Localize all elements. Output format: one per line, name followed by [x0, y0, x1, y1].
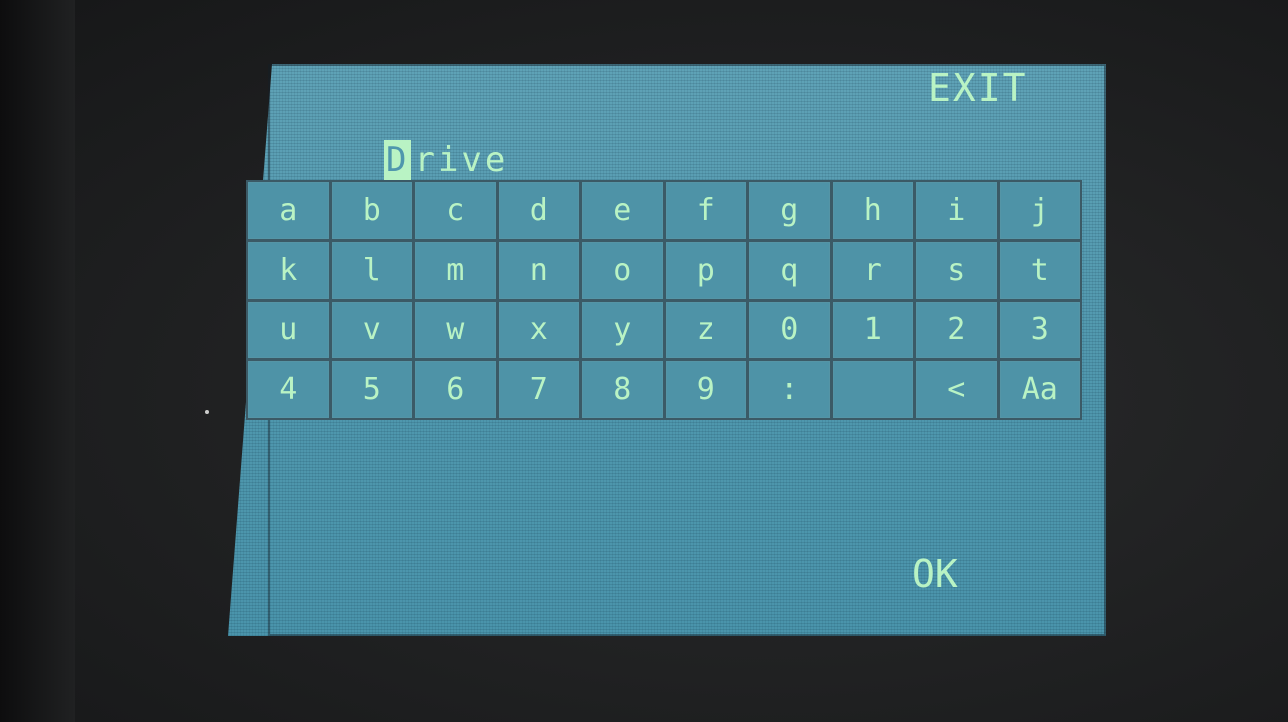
key-t[interactable]: t: [999, 241, 1080, 299]
key-backspace[interactable]: <: [916, 361, 997, 418]
text-cursor: D: [384, 140, 412, 180]
key-6[interactable]: 6: [415, 361, 496, 418]
key-colon[interactable]: :: [749, 361, 830, 418]
bezel-dot: [205, 410, 209, 414]
key-h[interactable]: h: [832, 182, 913, 239]
key-u[interactable]: u: [248, 301, 329, 359]
key-j[interactable]: j: [999, 182, 1080, 239]
key-f[interactable]: f: [665, 182, 746, 239]
ok-button[interactable]: OK: [912, 552, 958, 596]
key-i[interactable]: i: [916, 182, 997, 239]
key-0[interactable]: 0: [749, 301, 830, 359]
key-l[interactable]: l: [331, 241, 412, 299]
key-s[interactable]: s: [916, 241, 997, 299]
device-edge: [0, 0, 75, 722]
key-c[interactable]: c: [415, 182, 496, 239]
key-case-toggle[interactable]: Aa: [999, 361, 1080, 418]
key-5[interactable]: 5: [331, 361, 412, 418]
key-space[interactable]: [832, 361, 913, 418]
key-w[interactable]: w: [415, 301, 496, 359]
exit-button[interactable]: EXIT: [928, 66, 1028, 110]
key-8[interactable]: 8: [582, 361, 663, 418]
name-input[interactable]: D rive: [384, 140, 508, 180]
key-e[interactable]: e: [582, 182, 663, 239]
key-q[interactable]: q: [749, 241, 830, 299]
key-v[interactable]: v: [331, 301, 412, 359]
key-y[interactable]: y: [582, 301, 663, 359]
key-4[interactable]: 4: [248, 361, 329, 418]
key-d[interactable]: d: [498, 182, 579, 239]
key-g[interactable]: g: [749, 182, 830, 239]
key-m[interactable]: m: [415, 241, 496, 299]
key-a[interactable]: a: [248, 182, 329, 239]
key-z[interactable]: z: [665, 301, 746, 359]
key-p[interactable]: p: [665, 241, 746, 299]
key-n[interactable]: n: [498, 241, 579, 299]
key-7[interactable]: 7: [498, 361, 579, 418]
key-9[interactable]: 9: [665, 361, 746, 418]
on-screen-keyboard: a b c d e f g h i j k l m n o p q r s t …: [246, 180, 1082, 420]
key-2[interactable]: 2: [916, 301, 997, 359]
key-3[interactable]: 3: [999, 301, 1080, 359]
name-text: rive: [414, 140, 509, 180]
key-o[interactable]: o: [582, 241, 663, 299]
key-k[interactable]: k: [248, 241, 329, 299]
key-r[interactable]: r: [832, 241, 913, 299]
key-1[interactable]: 1: [832, 301, 913, 359]
key-b[interactable]: b: [331, 182, 412, 239]
key-x[interactable]: x: [498, 301, 579, 359]
